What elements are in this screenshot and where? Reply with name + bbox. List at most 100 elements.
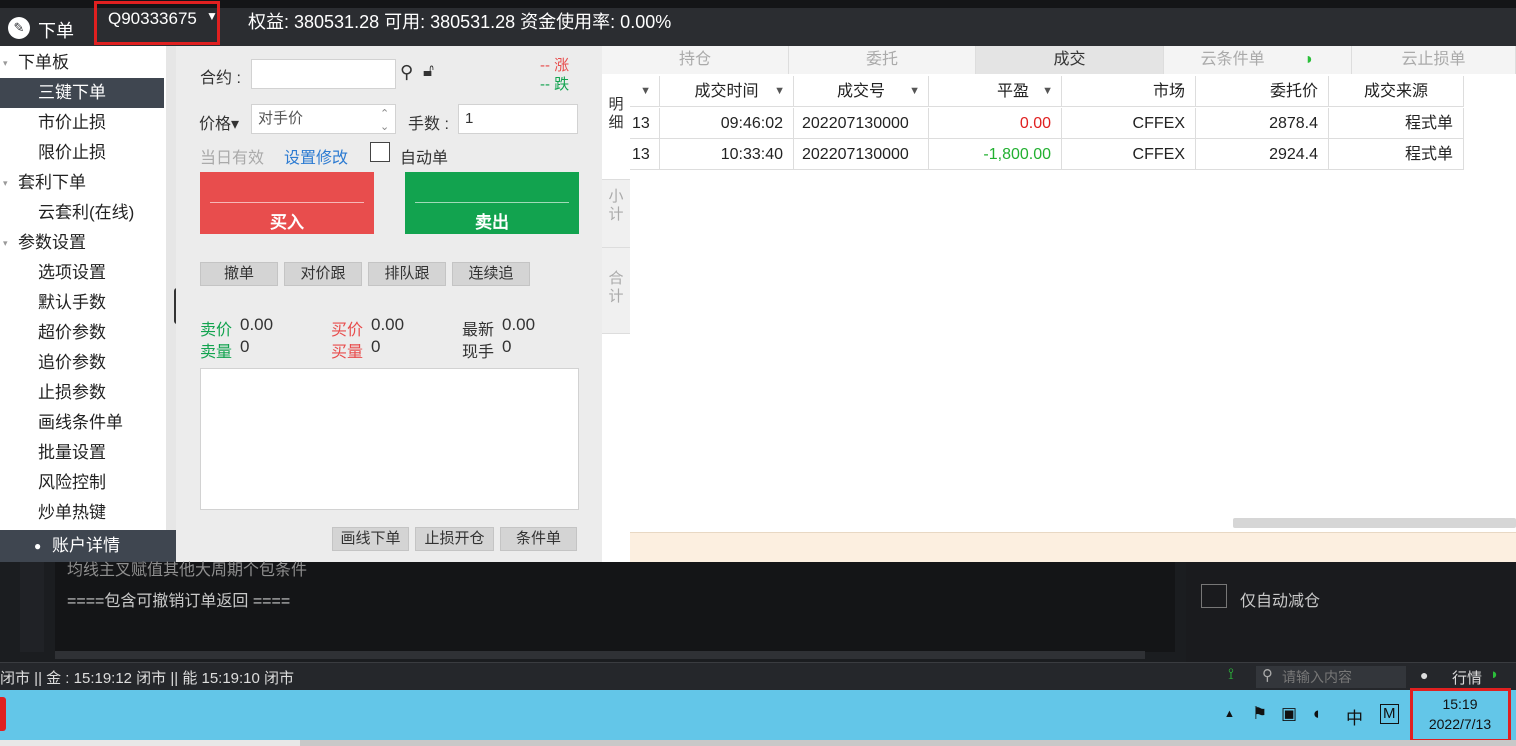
left-gutter — [20, 562, 44, 652]
bottom-scrollbar[interactable] — [300, 740, 1516, 746]
tab-cloud-stop[interactable]: 云止损单 — [1352, 46, 1516, 74]
nav-group-settings[interactable]: ▾ 参数设置 — [0, 228, 164, 258]
tab-trades[interactable]: 成交 — [976, 46, 1164, 74]
auto-reduce-checkbox[interactable] — [1201, 584, 1227, 608]
flag-icon[interactable]: ⚑ — [1252, 704, 1267, 724]
price-field[interactable]: 对手价 — [251, 104, 396, 134]
cell-pnl: -1,800.00 — [929, 139, 1062, 170]
user-icon: ● — [34, 539, 42, 553]
follow-queue-button[interactable]: 排队跟 — [368, 262, 446, 286]
divider — [210, 202, 364, 203]
cell-market: CFFEX — [1062, 108, 1196, 139]
tab-cloud-condition[interactable]: 云条件单 ◗ — [1164, 46, 1352, 74]
nav-item-over-price[interactable]: 超价参数 — [0, 318, 164, 348]
ask-price-label: 卖价 — [200, 322, 233, 339]
condition-order-button[interactable]: 条件单 — [500, 527, 577, 551]
log-line: ====包含可撤销订单返回 ==== — [67, 593, 291, 610]
qty-field[interactable]: 1 — [458, 104, 578, 134]
nav-item-risk[interactable]: 风险控制 — [0, 468, 164, 498]
connection-icon[interactable]: ⟟ — [1228, 666, 1234, 684]
account-selector[interactable]: Q90333675 — [108, 9, 197, 29]
nav-item-line-condition[interactable]: 画线条件单 — [0, 408, 164, 438]
search-icon: ⚲ — [1262, 667, 1273, 684]
nav-item-chase-price[interactable]: 追价参数 — [0, 348, 164, 378]
cell-source: 程式单 — [1329, 108, 1464, 139]
search-input[interactable]: 请输入内容 — [1256, 666, 1406, 688]
chat-icon[interactable]: ● — [1420, 667, 1428, 683]
clock-time[interactable]: 15:19 — [1412, 696, 1508, 712]
ime-indicator[interactable]: 中 — [1346, 704, 1363, 729]
follow-opposite-button[interactable]: 对价跟 — [284, 262, 362, 286]
market-label[interactable]: 行情 — [1452, 667, 1482, 688]
network-icon[interactable]: ▣ — [1281, 704, 1297, 724]
sidebar: ▾ 下单板 三键下单 市价止损 限价止损 ▾ 套利下单 云套利(在线) ▾ 参数设置 … — [0, 46, 166, 530]
stop-open-button[interactable]: 止损开仓 — [415, 527, 494, 551]
side-options-pane — [1186, 562, 1510, 662]
tab-orders[interactable]: 委托 — [789, 46, 976, 74]
vtab-total[interactable]: 合计 — [602, 248, 630, 334]
nav-item-default-qty[interactable]: 默认手数 — [0, 288, 164, 318]
cell-time: 10:33:40 — [660, 139, 794, 170]
chevron-down-icon[interactable]: ▼ — [206, 9, 218, 23]
nav-item-batch[interactable]: 批量设置 — [0, 438, 164, 468]
price-type-dropdown[interactable]: 价格▾ — [199, 110, 239, 134]
tray-expand-icon[interactable]: ▲ — [1224, 708, 1235, 720]
bid-price-value: 0.00 — [371, 315, 405, 334]
nav-group-arbitrage[interactable]: ▾ 套利下单 — [0, 168, 164, 198]
lock-icon[interactable]: 🔓︎ — [423, 61, 434, 81]
window-title: 下单 — [38, 21, 74, 41]
nav-item-limit-stop[interactable]: 限价止损 — [0, 138, 164, 168]
continuous-chase-button[interactable]: 连续追 — [452, 262, 530, 286]
vtab-subtotal[interactable]: 小计 — [602, 180, 630, 248]
nav-item-options[interactable]: 选项设置 — [0, 258, 164, 288]
taskbar-app-icon[interactable] — [0, 697, 6, 731]
line-order-button[interactable]: 画线下单 — [332, 527, 409, 551]
cancel-order-button[interactable]: 撤单 — [200, 262, 278, 286]
log-scrollbar[interactable] — [55, 651, 1145, 659]
col-pnl-header[interactable]: 平盈 ▼ — [929, 76, 1062, 107]
valid-today-label: 当日有效 — [200, 150, 265, 167]
equity-summary: 权益: 380531.28 可用: 380531.28 资金使用率: 0.00% — [248, 12, 672, 32]
ask-vol-label: 卖量 — [200, 344, 233, 361]
stepper-icon[interactable]: ⌃ ⌄ — [380, 107, 389, 133]
trade-panel-footer — [630, 532, 1516, 562]
current-vol-label: 现手 — [462, 344, 495, 361]
col-price-header[interactable]: 委托价 — [1196, 76, 1329, 107]
search-icon[interactable]: ⚲ — [400, 62, 413, 83]
tab-positions[interactable]: 持仓 — [602, 46, 789, 74]
modify-settings-link[interactable]: 设置修改 — [284, 144, 348, 168]
nav-item-stop-loss[interactable]: 止损参数 — [0, 378, 164, 408]
col-tradeno-header[interactable]: 成交号 ▼ — [794, 76, 929, 107]
buy-button[interactable]: 买入 — [200, 172, 374, 234]
col-date-header[interactable]: ▼ — [630, 76, 660, 107]
auto-order-checkbox[interactable] — [370, 142, 390, 162]
col-market-header[interactable]: 市场 — [1062, 76, 1196, 107]
vtab-detail[interactable]: 明细 — [602, 76, 630, 180]
nav-item-market-stop[interactable]: 市价止损 — [0, 108, 164, 138]
cell-price: 2924.4 — [1196, 139, 1329, 170]
col-source-header[interactable]: 成交来源 — [1329, 76, 1464, 107]
cell-price: 2878.4 — [1196, 108, 1329, 139]
top-bar: ✎ 下单 — [0, 0, 1516, 46]
log-line: 均线主叉赋值其他大周期个包条件 — [67, 562, 308, 579]
nav-item-cloud-arbitrage[interactable]: 云套利(在线) — [0, 198, 164, 228]
ime-mode-indicator[interactable]: M — [1380, 704, 1399, 724]
sell-button[interactable]: 卖出 — [405, 172, 579, 234]
contract-input[interactable] — [251, 59, 396, 89]
volume-muted-icon[interactable]: ◖ — [1311, 704, 1321, 724]
sort-icon: ▼ — [1042, 85, 1053, 97]
rise-indicator: -- 涨 — [540, 57, 570, 74]
sort-icon: ▼ — [774, 85, 785, 97]
horizontal-scrollbar[interactable] — [1233, 518, 1516, 528]
nav-group-order-board[interactable]: ▾ 下单板 — [0, 48, 164, 78]
col-time-header[interactable]: 成交时间 ▼ — [660, 76, 794, 107]
message-area — [200, 368, 579, 510]
nav-item-three-key-order[interactable]: 三键下单 — [0, 78, 164, 108]
edit-icon: ✎ — [8, 17, 30, 39]
bid-vol-label: 买量 — [331, 344, 364, 361]
clock-date[interactable]: 2022/7/13 — [1412, 716, 1508, 732]
current-vol-value: 0 — [502, 337, 512, 356]
cell-trade-no: 202207130000 — [794, 139, 929, 170]
nav-item-hotkeys[interactable]: 炒单热键 — [0, 498, 164, 528]
last-price-value: 0.00 — [502, 315, 536, 334]
